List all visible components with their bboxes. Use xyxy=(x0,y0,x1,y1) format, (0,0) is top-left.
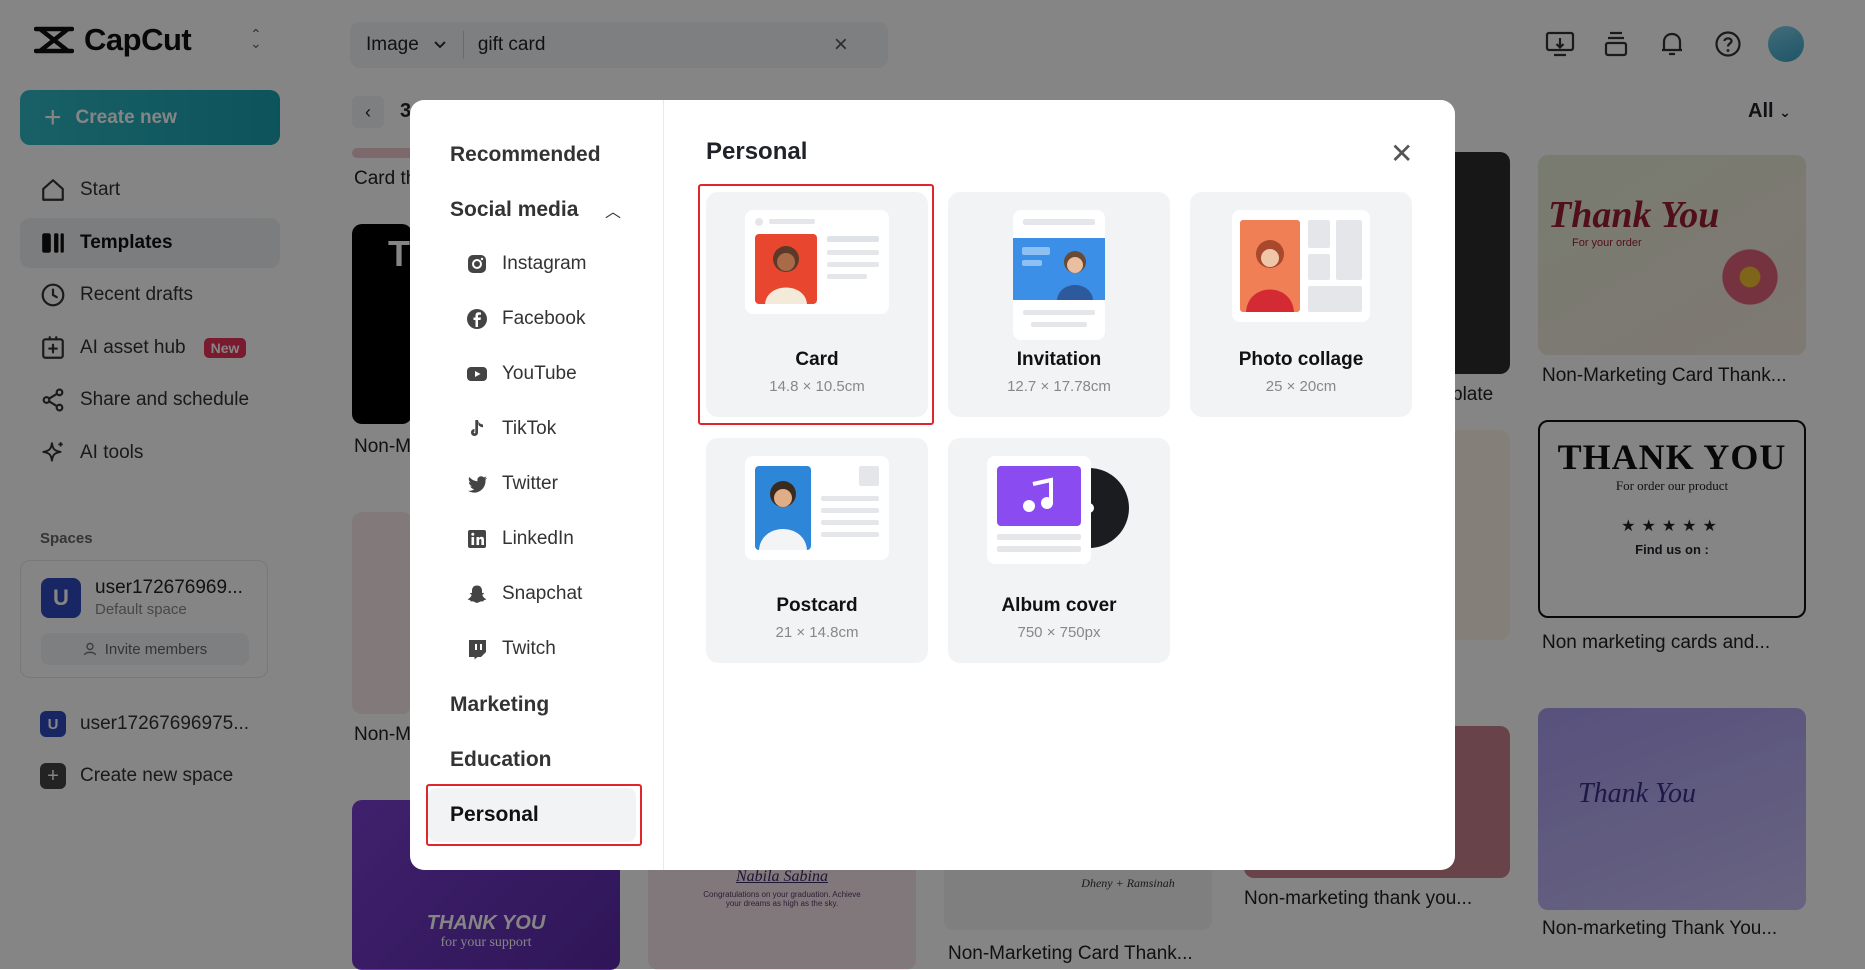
option-photo-collage[interactable]: Photo collage 25 × 20cm xyxy=(1190,192,1412,417)
subcategory-label: Instagram xyxy=(502,253,587,274)
subcategory-linkedin[interactable]: LinkedIn xyxy=(466,528,574,550)
modal-title: Personal xyxy=(706,138,808,165)
subcategory-twitch[interactable]: Twitch xyxy=(466,638,556,660)
subcategory-youtube[interactable]: YouTube xyxy=(466,363,577,385)
option-name: Photo collage xyxy=(1238,349,1364,370)
subcategory-label: Snapchat xyxy=(502,583,583,604)
option-card[interactable]: Card 14.8 × 10.5cm xyxy=(706,192,928,417)
category-recommended[interactable]: Recommended xyxy=(450,143,601,167)
close-icon[interactable]: ✕ xyxy=(1390,140,1413,168)
subcategory-label: LinkedIn xyxy=(502,528,574,549)
category-personal[interactable]: Personal xyxy=(428,788,636,842)
album-cover-thumbnail xyxy=(948,456,1170,586)
option-name: Invitation xyxy=(1016,349,1102,370)
subcategory-twitter[interactable]: Twitter xyxy=(466,473,558,495)
option-size: 14.8 × 10.5cm xyxy=(769,378,865,395)
option-size: 12.7 × 17.78cm xyxy=(1007,378,1111,395)
photo-collage-thumbnail xyxy=(1190,210,1412,340)
option-name: Card xyxy=(795,349,839,370)
subcategory-instagram[interactable]: Instagram xyxy=(466,253,586,275)
chevron-up-icon[interactable]: ︿ xyxy=(605,198,621,222)
category-label: Personal xyxy=(450,803,539,826)
option-size: 21 × 14.8cm xyxy=(775,624,859,641)
option-name: Album cover xyxy=(1001,595,1117,616)
tiktok-icon xyxy=(471,420,483,436)
facebook-icon xyxy=(467,309,487,329)
subcategory-label: TikTok xyxy=(502,418,557,439)
subcategory-label: YouTube xyxy=(502,363,577,384)
category-education[interactable]: Education xyxy=(450,748,552,772)
subcategory-snapchat[interactable]: Snapchat xyxy=(466,583,582,605)
invitation-thumbnail xyxy=(948,210,1170,340)
twitter-icon xyxy=(468,476,487,493)
option-size: 750 × 750px xyxy=(1017,624,1101,641)
postcard-thumbnail xyxy=(706,456,928,586)
subcategory-label: Twitch xyxy=(502,638,556,659)
category-social-media[interactable]: Social media xyxy=(450,198,578,222)
twitch-icon xyxy=(469,640,486,660)
option-postcard[interactable]: Postcard 21 × 14.8cm xyxy=(706,438,928,663)
subcategory-facebook[interactable]: Facebook xyxy=(466,308,585,330)
subcategory-label: Twitter xyxy=(502,473,558,494)
instagram-icon xyxy=(468,255,486,273)
subcategory-label: Facebook xyxy=(502,308,586,329)
option-name: Postcard xyxy=(776,595,858,616)
option-size: 25 × 20cm xyxy=(1265,378,1337,395)
subcategory-tiktok[interactable]: TikTok xyxy=(466,418,556,440)
linkedin-icon xyxy=(468,530,486,548)
option-album-cover[interactable]: Album cover 750 × 750px xyxy=(948,438,1170,663)
option-invitation[interactable]: Invitation 12.7 × 17.78cm xyxy=(948,192,1170,417)
create-design-modal: Recommended Social media ︿ Instagram Fac… xyxy=(410,100,1455,870)
snapchat-icon xyxy=(467,585,487,603)
category-nav: Recommended Social media ︿ Instagram Fac… xyxy=(410,100,664,870)
card-thumbnail xyxy=(706,210,928,340)
youtube-icon xyxy=(467,367,487,381)
category-marketing[interactable]: Marketing xyxy=(450,693,549,717)
